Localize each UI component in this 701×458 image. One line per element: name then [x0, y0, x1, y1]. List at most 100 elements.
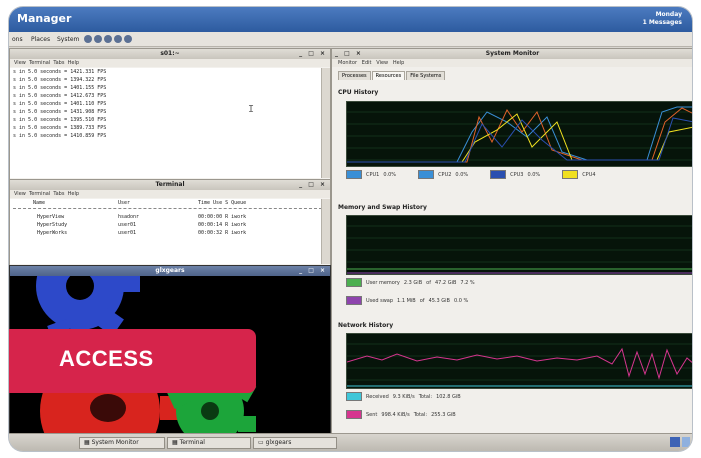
- memory-legend-user: User memory 2.3 GiB of 47.2 GiB 7.2 %: [346, 278, 475, 287]
- launcher-icon[interactable]: [104, 35, 112, 43]
- menu-system[interactable]: System: [57, 36, 79, 43]
- cpu-plot: [347, 106, 692, 163]
- launcher-icon[interactable]: [94, 35, 102, 43]
- menu-terminal[interactable]: Terminal: [29, 60, 50, 66]
- desktop-screenshot: Manager Monday 1 Messages ons Places Sys…: [9, 7, 692, 451]
- queue-row: HyperView hsadonr 00:00:00 R iwork: [37, 214, 247, 220]
- network-legend-sent: Sent 998.4 KiB/s Total: 255.3 GiB: [346, 410, 456, 419]
- window-icon: ▦: [172, 439, 180, 446]
- system-monitor-window: System Monitor _ □ × Monitor Edit View H…: [331, 48, 692, 435]
- used-swap-swatch[interactable]: [346, 296, 362, 305]
- menu-help[interactable]: Help: [68, 60, 79, 66]
- terminal-line: s in 5.0 seconds = 1412.673 FPS: [13, 93, 107, 99]
- queue-row: HyperWorks user01 00:00:32 R iwork: [37, 230, 247, 236]
- taskbar-item-terminal[interactable]: ▦ Terminal: [167, 437, 251, 449]
- panel-messages[interactable]: 1 Messages: [643, 19, 682, 26]
- memory-history-heading: Memory and Swap History: [338, 204, 427, 211]
- menu-view[interactable]: View: [14, 191, 26, 197]
- panel-clock[interactable]: Monday: [656, 11, 682, 18]
- terminal-line: s in 5.0 seconds = 1401.155 FPS: [13, 85, 107, 91]
- window-controls[interactable]: _ □ ×: [299, 266, 327, 276]
- terminal-window-2: Terminal _ □ × View Terminal Tabs Help N…: [9, 179, 331, 267]
- terminal-output[interactable]: s in 5.0 seconds = 1421.331 FPS s in 5.0…: [10, 68, 322, 178]
- scrollbar[interactable]: [321, 199, 330, 264]
- tab-resources[interactable]: Resources: [371, 71, 406, 80]
- user-memory-swatch[interactable]: [346, 278, 362, 287]
- terminal-line: s in 5.0 seconds = 1395.510 FPS: [13, 117, 107, 123]
- sysmon-tabs: Processes Resources File Systems: [338, 71, 446, 80]
- cpu2-label: CPU2: [438, 171, 452, 178]
- window-title: s01:~ _ □ ×: [10, 49, 330, 59]
- section-badge: ACCESS: [9, 329, 256, 393]
- window-controls[interactable]: _ □ ×: [299, 180, 327, 190]
- menu-help[interactable]: Help: [393, 60, 404, 66]
- window-controls[interactable]: _ □ ×: [299, 49, 327, 59]
- menu-view[interactable]: View: [376, 60, 388, 66]
- window-icon: ▭: [258, 439, 266, 446]
- cpu1-swatch[interactable]: [346, 170, 362, 179]
- launcher-icons: [84, 35, 132, 43]
- terminal-line: s in 5.0 seconds = 1431.908 FPS: [13, 109, 107, 115]
- menu-applications[interactable]: ons: [12, 36, 23, 43]
- menu-terminal[interactable]: Terminal: [29, 191, 50, 197]
- scrollbar[interactable]: [321, 68, 330, 178]
- terminal-line: s in 5.0 seconds = 1389.733 FPS: [13, 125, 107, 131]
- terminal-line: s in 5.0 seconds = 1394.322 FPS: [13, 77, 107, 83]
- menu-monitor[interactable]: Monitor: [338, 60, 357, 66]
- menu-help[interactable]: Help: [68, 191, 79, 197]
- menu-places[interactable]: Places: [31, 36, 50, 43]
- cpu4-swatch[interactable]: [562, 170, 579, 179]
- terminal-line: s in 5.0 seconds = 1410.859 FPS: [13, 133, 107, 139]
- tab-file-systems[interactable]: File Systems: [406, 71, 446, 80]
- window-title: System Monitor _ □ ×: [332, 49, 692, 59]
- sent-swatch[interactable]: [346, 410, 362, 419]
- taskbar-item-glxgears[interactable]: ▭ glxgears: [253, 437, 337, 449]
- terminal-line: s in 5.0 seconds = 1421.331 FPS: [13, 69, 107, 75]
- cpu-history-heading: CPU History: [338, 89, 379, 96]
- launcher-icon[interactable]: [124, 35, 132, 43]
- job-queue-output[interactable]: Name User Time Use S Queue HyperView hsa…: [10, 199, 322, 264]
- memory-history-graph: [346, 215, 692, 275]
- network-history-heading: Network History: [338, 322, 394, 329]
- cpu2-value: 0.0%: [455, 171, 469, 178]
- window-icon: ▦: [84, 439, 92, 446]
- menu-bar: ons Places System: [9, 32, 692, 47]
- taskbar-item-system-monitor[interactable]: ▦ System Monitor: [79, 437, 165, 449]
- terminal-line: s in 5.0 seconds = 1401.110 FPS: [13, 101, 107, 107]
- launcher-icon[interactable]: [84, 35, 92, 43]
- cpu2-swatch[interactable]: [418, 170, 435, 179]
- cpu-legend: CPU1 0.0% CPU2 0.0% CPU3 0.0% CPU4: [346, 170, 596, 179]
- window-title: Terminal _ □ ×: [10, 180, 330, 190]
- workspace-switcher-icon[interactable]: [670, 437, 680, 447]
- badge-label: ACCESS: [59, 346, 154, 371]
- menu-edit[interactable]: Edit: [362, 60, 372, 66]
- launcher-icon[interactable]: [114, 35, 122, 43]
- network-plot: [347, 343, 692, 387]
- menu-view[interactable]: View: [14, 60, 26, 66]
- terminal-window-1: s01:~ _ □ × View Terminal Tabs Help s in…: [9, 48, 331, 181]
- tab-processes[interactable]: Processes: [338, 71, 371, 80]
- cpu1-value: 0.0%: [383, 171, 397, 178]
- network-legend-received: Received 9.3 KiB/s Total: 102.8 GiB: [346, 392, 461, 401]
- memory-legend-swap: Used swap 1.1 MiB of 45.3 GiB 0.0 %: [346, 296, 468, 305]
- window-controls[interactable]: _ □ ×: [335, 49, 363, 59]
- text-cursor: I: [248, 104, 255, 115]
- panel-title: Manager: [17, 12, 72, 25]
- workspace-switcher-icon[interactable]: [682, 437, 690, 447]
- menu-tabs[interactable]: Tabs: [53, 191, 64, 197]
- cpu-history-graph: [346, 101, 692, 167]
- window-title: glxgears _ □ ×: [10, 266, 330, 276]
- memory-plot: [347, 225, 692, 274]
- top-panel: Manager Monday 1 Messages: [9, 7, 692, 32]
- cpu3-swatch[interactable]: [490, 170, 507, 179]
- network-history-graph: [346, 333, 692, 389]
- cpu4-label: CPU4: [582, 171, 596, 178]
- menu-tabs[interactable]: Tabs: [53, 60, 64, 66]
- cpu1-label: CPU1: [366, 171, 380, 178]
- cpu3-label: CPU3: [510, 171, 524, 178]
- received-swatch[interactable]: [346, 392, 362, 401]
- cpu3-value: 0.0%: [527, 171, 541, 178]
- terminal-menu: View Terminal Tabs Help: [10, 190, 330, 198]
- queue-row: HyperStudy user01 00:00:14 R iwork: [37, 222, 247, 228]
- queue-header: Name User Time Use S Queue: [33, 200, 247, 206]
